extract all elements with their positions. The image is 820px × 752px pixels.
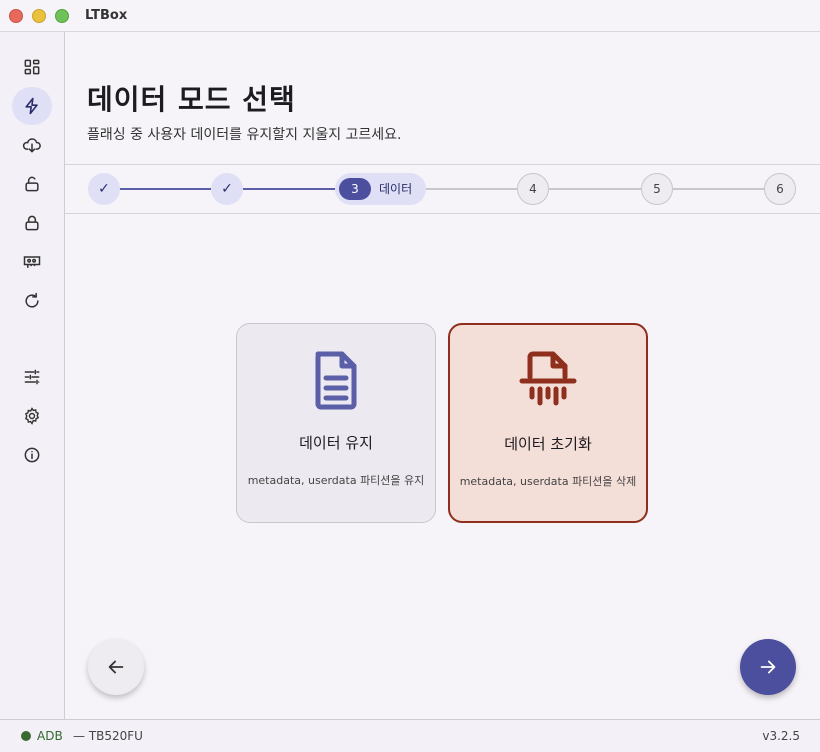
reset-data-option-card[interactable]: 데이터 초기화 metadata, userdata 파티션을 삭제: [448, 323, 648, 523]
tune-icon: [24, 369, 40, 385]
close-window-button[interactable]: [9, 9, 23, 23]
step-connector: [549, 188, 641, 190]
sidebar: [0, 32, 65, 719]
minimize-window-button[interactable]: [32, 9, 46, 23]
memory-chip-icon: [23, 256, 41, 268]
page-subtitle: 플래싱 중 사용자 데이터를 유지할지 지울지 고르세요.: [87, 127, 402, 143]
sidebar-item-download[interactable]: [12, 126, 52, 164]
reset-data-description: metadata, userdata 파티션을 삭제: [459, 475, 637, 488]
reset-data-title: 데이터 초기화: [504, 435, 592, 453]
sidebar-item-flash[interactable]: [12, 87, 52, 125]
status-bar: ADB — TB520FU v3.2.5: [0, 719, 820, 752]
unlock-icon: [25, 176, 39, 192]
info-icon: [24, 447, 40, 463]
flash-icon: [25, 97, 38, 115]
keep-data-option-card[interactable]: 데이터 유지 metadata, userdata 파티션을 유지: [236, 323, 436, 523]
step-connector: [120, 188, 211, 190]
cloud-download-icon: [22, 138, 41, 153]
document-icon: [315, 351, 357, 410]
step-1[interactable]: ✓: [88, 173, 120, 205]
app-version: v3.2.5: [762, 729, 800, 743]
keep-data-description: metadata, userdata 파티션을 유지: [247, 474, 425, 487]
sidebar-item-dashboard[interactable]: [12, 48, 52, 86]
page-title: 데이터 모드 선택: [87, 83, 296, 116]
sidebar-item-settings[interactable]: [12, 397, 52, 435]
keep-data-title: 데이터 유지: [299, 434, 373, 452]
sidebar-item-unlock[interactable]: [12, 165, 52, 203]
title-bar: LTBox: [0, 0, 820, 32]
maximize-window-button[interactable]: [55, 9, 69, 23]
window-title: LTBox: [85, 8, 128, 23]
lock-icon: [25, 215, 39, 231]
next-button[interactable]: [740, 639, 796, 695]
shredder-icon: [519, 351, 577, 406]
gear-icon: [24, 407, 40, 425]
step-5[interactable]: 5: [641, 173, 673, 205]
connection-status-dot: [21, 731, 31, 741]
refresh-icon: [25, 292, 39, 308]
step-connector: [673, 188, 764, 190]
sidebar-item-memory[interactable]: [12, 243, 52, 281]
step-3-label: 데이터: [379, 182, 413, 196]
dashboard-icon: [24, 59, 40, 75]
sidebar-item-lock[interactable]: [12, 204, 52, 242]
sidebar-item-refresh[interactable]: [12, 282, 52, 320]
arrow-left-icon: [108, 660, 124, 674]
arrow-right-icon: [760, 660, 776, 674]
step-connector: [243, 188, 335, 190]
page-header: 데이터 모드 선택 플래싱 중 사용자 데이터를 유지할지 지울지 고르세요.: [65, 32, 820, 165]
step-connector: [426, 188, 517, 190]
adb-status: ADB: [37, 729, 63, 743]
sidebar-item-tune[interactable]: [12, 358, 52, 396]
back-button[interactable]: [88, 639, 144, 695]
step-6[interactable]: 6: [764, 173, 796, 205]
device-model: — TB520FU: [73, 729, 143, 743]
sidebar-item-info[interactable]: [12, 436, 52, 474]
step-2[interactable]: ✓: [211, 173, 243, 205]
step-4[interactable]: 4: [517, 173, 549, 205]
step-3-number: 3: [339, 178, 371, 200]
wizard-stepper: ✓ ✓ 3 데이터 4 5 6: [65, 165, 820, 214]
